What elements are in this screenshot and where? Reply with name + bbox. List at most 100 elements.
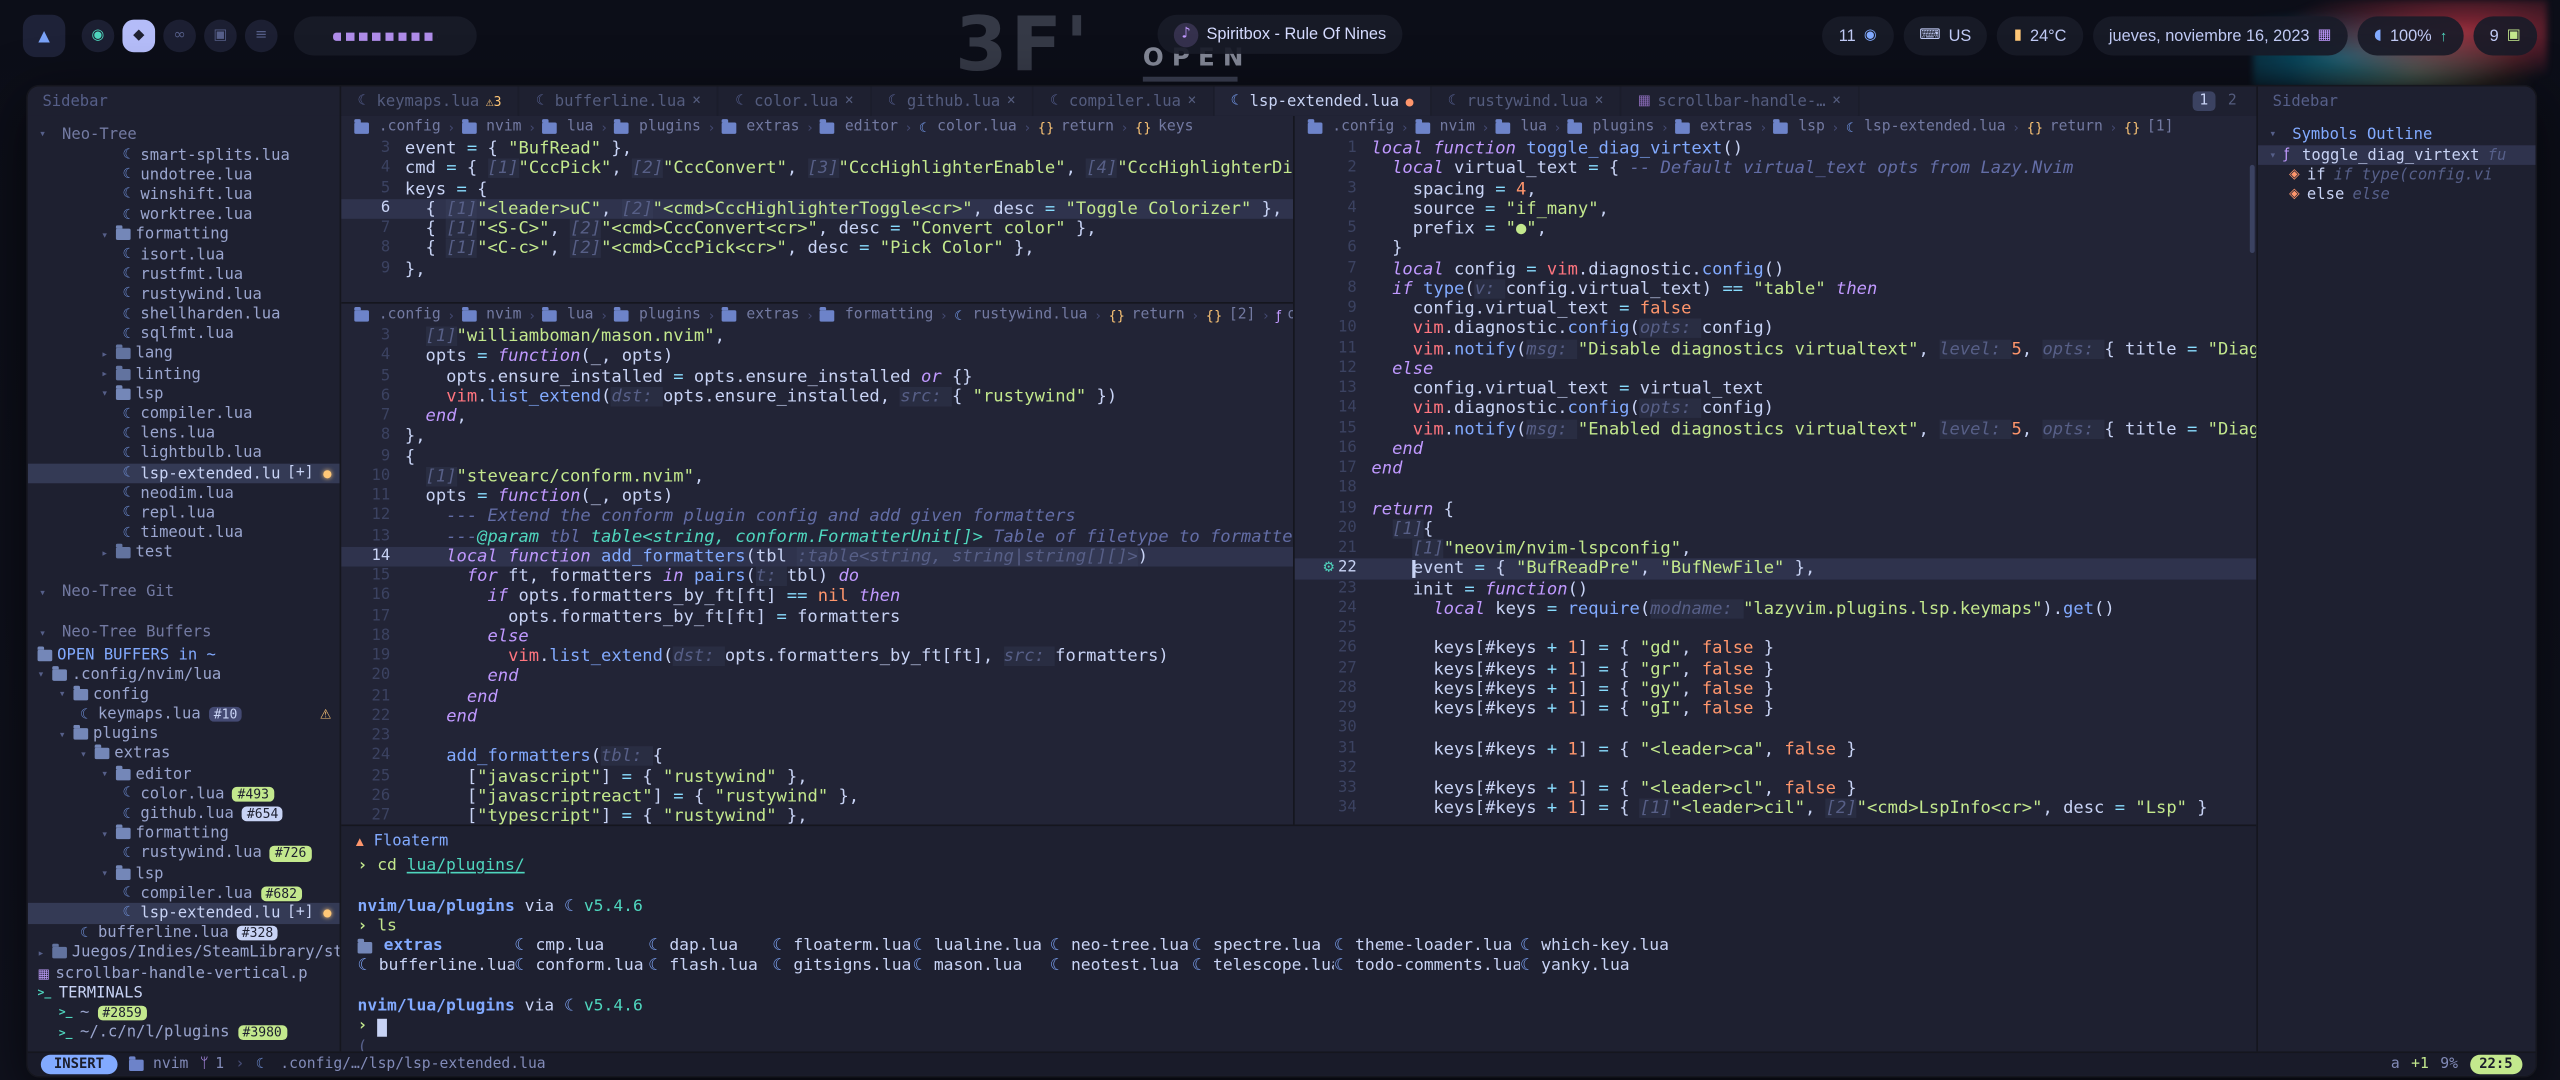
code-line-2[interactable]: 2 local virtual_text = { -- Default virt…: [1295, 159, 2257, 179]
ls-entry-lualine-lua[interactable]: ☾lualine.lua: [913, 937, 1050, 957]
tree-item-lens-lua[interactable]: ☾lens.lua: [28, 424, 340, 444]
tree-item-rustfmt-lua[interactable]: ☾rustfmt.lua: [28, 265, 340, 285]
code-line-10[interactable]: 10 [1]"stevearc/conform.nvim",: [341, 467, 1293, 487]
git-branch-segment[interactable]: ᛘ1: [200, 1056, 224, 1072]
code-line-20[interactable]: 20 end: [341, 667, 1293, 687]
code-line-20[interactable]: 20 [1]{: [1295, 519, 2257, 539]
tree-item-compiler-lua[interactable]: ☾compiler.lua: [28, 404, 340, 424]
code-area[interactable]: 1local function toggle_diag_virtext()2 l…: [1295, 139, 2257, 819]
code-line-17[interactable]: 17end: [1295, 459, 2257, 479]
tree-item-rustywind-lua[interactable]: ☾rustywind.lua: [28, 285, 340, 305]
code-line-23[interactable]: 23: [341, 727, 1293, 747]
outline-item-toggle-diag-virtext[interactable]: ▾ƒtoggle_diag_virtextfu: [2258, 145, 2536, 165]
breadcrumb-item[interactable]: return: [1132, 307, 1185, 323]
module-date[interactable]: jueves, noviembre 16, 2023▦: [2093, 16, 2348, 55]
code-line-4[interactable]: 4 source = "if_many",: [1295, 199, 2257, 219]
module-volume[interactable]: ◖100%↑: [2358, 16, 2464, 55]
ls-entry-cmp-lua[interactable]: ☾cmp.lua: [514, 937, 648, 957]
ls-entry-extras[interactable]: extras: [358, 937, 515, 957]
tree-item-worktree-lua[interactable]: ☾worktree.lua: [28, 205, 340, 225]
tree-item-repl-lua[interactable]: ☾repl.lua: [28, 503, 340, 523]
close-icon[interactable]: ×: [1188, 93, 1197, 109]
code-line-22[interactable]: 22 end: [341, 707, 1293, 727]
code-line-5[interactable]: 5 prefix = "●",: [1295, 219, 2257, 239]
breadcrumb-item[interactable]: nvim: [486, 119, 521, 135]
ls-entry-spectre-lua[interactable]: ☾spectre.lua: [1192, 937, 1334, 957]
module-temperature[interactable]: ▮24°C: [1997, 16, 2082, 55]
code-line-25[interactable]: 25: [1295, 619, 2257, 639]
code-line-24[interactable]: 24 local keys = require(modname: "lazyvi…: [1295, 599, 2257, 619]
tab-lsp-extended-lua[interactable]: ☾lsp-extended.lua●: [1214, 87, 1431, 116]
tree-item-editor[interactable]: ▾editor: [28, 764, 340, 784]
tree-item-lang[interactable]: ▸lang: [28, 344, 340, 364]
tree-item-test[interactable]: ▸test: [28, 543, 340, 563]
code-line-11[interactable]: 11 vim.notify(msg: "Disable diagnostics …: [1295, 339, 2257, 359]
floaterm-panel[interactable]: ▲ Floaterm › cd lua/plugins/nvim/lua/plu…: [341, 824, 2256, 1051]
code-line-6[interactable]: 6 { [1]"<leader>uC", [2]"<cmd>CccHighlig…: [341, 199, 1293, 219]
code-line-16[interactable]: 16 if opts.formatters_by_ft[ft] == nil t…: [341, 587, 1293, 607]
tree-item-scrollbar-handle-vertical-p[interactable]: ▦scrollbar-handle-vertical.p: [28, 963, 340, 983]
code-line-14[interactable]: 14 vim.diagnostic.config(opts: config): [1295, 399, 2257, 419]
code-area[interactable]: 3event = { "BufRead" },4cmd = { [1]"CccP…: [341, 139, 1293, 279]
outline-item-if[interactable]: ◈ifif type(config.vi: [2258, 165, 2536, 185]
breadcrumb-item[interactable]: formatting: [845, 307, 933, 323]
module-tray[interactable]: 9▣: [2473, 16, 2537, 55]
code-line-8[interactable]: 8},: [341, 427, 1293, 447]
symbols-outline-header[interactable]: ▾ Symbols Outline: [2258, 122, 2536, 145]
tab-rustywind-lua[interactable]: ☾rustywind.lua×: [1431, 87, 1621, 116]
breadcrumb-item[interactable]: .config: [379, 307, 441, 323]
tree-item-neodim-lua[interactable]: ☾neodim.lua: [28, 484, 340, 504]
tree-item-config[interactable]: ▾config: [28, 685, 340, 705]
breadcrumb-item[interactable]: extras: [746, 119, 799, 135]
code-line-27[interactable]: 27 keys[#keys + 1] = { "gr", false }: [1295, 659, 2257, 679]
tree-item-config-nvim-lua[interactable]: ▾.config/nvim/lua: [28, 665, 340, 685]
ls-entry-theme-loader-lua[interactable]: ☾theme-loader.lua: [1334, 937, 1520, 957]
tree-item-open-buffers-in[interactable]: OPEN BUFFERS in ~: [28, 645, 340, 665]
code-line-12[interactable]: 12 else: [1295, 359, 2257, 379]
file-path-segment[interactable]: ☾.config/…/lsp/lsp-extended.lua: [256, 1056, 546, 1072]
tree-item-lsp[interactable]: ▾lsp: [28, 384, 340, 404]
ls-entry-telescope-lua[interactable]: ☾telescope.lua: [1192, 958, 1334, 978]
code-line-29[interactable]: 29 keys[#keys + 1] = { "gI", false }: [1295, 699, 2257, 719]
ls-entry-flash-lua[interactable]: ☾flash.lua: [648, 958, 772, 978]
code-line-31[interactable]: 31 keys[#keys + 1] = { "<leader>ca", fal…: [1295, 739, 2257, 759]
tree-item-bufferline-lua[interactable]: ☾bufferline.lua#328: [28, 923, 340, 943]
workspace-button-1[interactable]: ◉: [82, 20, 115, 53]
code-line-26[interactable]: 26 ["javascriptreact"] = { "rustywind" }…: [341, 787, 1293, 807]
tabpage-1[interactable]: 1: [2193, 91, 2215, 111]
breadcrumb-item[interactable]: return: [1061, 119, 1114, 135]
code-line-4[interactable]: 4 opts = function(_, opts): [341, 347, 1293, 367]
code-line-12[interactable]: 12 --- Extend the conform plugin config …: [341, 507, 1293, 527]
breadcrumb-item[interactable]: .config: [379, 119, 441, 135]
tree-item-lsp-extended-lu[interactable]: ☾lsp-extended.lu[+]: [28, 903, 340, 923]
tab-github-lua[interactable]: ☾github.lua×: [872, 87, 1034, 116]
code-line-9[interactable]: 9 config.virtual_text = false: [1295, 299, 2257, 319]
close-icon[interactable]: ×: [845, 93, 854, 109]
code-line-16[interactable]: 16 end: [1295, 439, 2257, 459]
code-line-21[interactable]: 21 end: [341, 687, 1293, 707]
code-line-19[interactable]: 19 vim.list_extend(dst: opts.formatters_…: [341, 647, 1293, 667]
tree-item-formatting[interactable]: ▾formatting: [28, 824, 340, 844]
code-line-24[interactable]: 24 add_formatters(tbl: {: [341, 747, 1293, 767]
breadcrumb-item[interactable]: lua: [567, 307, 594, 323]
tree-item-rustywind-lua[interactable]: ☾rustywind.lua#726: [28, 844, 340, 864]
tab-compiler-lua[interactable]: ☾compiler.lua×: [1034, 87, 1215, 116]
tree-item-sqlfmt-lua[interactable]: ☾sqlfmt.lua: [28, 324, 340, 344]
breadcrumb-item[interactable]: color.lua: [937, 119, 1017, 135]
tree-item-color-lua[interactable]: ☾color.lua#493: [28, 784, 340, 804]
tree-item-undotree-lua[interactable]: ☾undotree.lua: [28, 165, 340, 185]
code-line-34[interactable]: 34 keys[#keys + 1] = { [1]"<leader>cil",…: [1295, 799, 2257, 819]
workspace-button-2[interactable]: ◆: [122, 20, 155, 53]
tree-item-juegos-indies-steamlibrary-st[interactable]: ▸Juegos/Indies/SteamLibrary/st: [28, 943, 340, 963]
breadcrumb-item[interactable]: .config: [1332, 119, 1394, 135]
code-line-3[interactable]: 3 [1]"williamboman/mason.nvim",: [341, 327, 1293, 347]
code-line-5[interactable]: 5keys = {: [341, 179, 1293, 199]
code-line-13[interactable]: 13 config.virtual_text = virtual_text: [1295, 379, 2257, 399]
code-line-3[interactable]: 3 spacing = 4,: [1295, 179, 2257, 199]
code-line-8[interactable]: 8 { [1]"<C-c>", [2]"<cmd>CccPick<cr>", d…: [341, 239, 1293, 259]
breadcrumb-item[interactable]: return: [2050, 119, 2103, 135]
tree-item-extras[interactable]: ▾extras: [28, 744, 340, 764]
section-header-neo-tree-git[interactable]: ▾Neo-Tree Git: [28, 581, 340, 604]
editor-pane-lsp-extended-lua[interactable]: .config›nvim›lua›plugins›extras›lsp›☾lsp…: [1293, 116, 2256, 825]
tabpage-2[interactable]: 2: [2221, 91, 2243, 111]
